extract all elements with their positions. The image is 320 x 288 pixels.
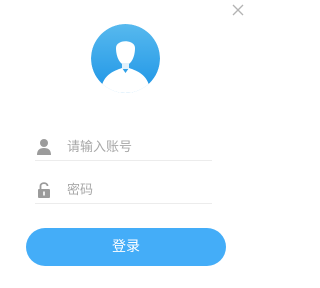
close-icon bbox=[232, 4, 244, 16]
login-window: 登录 bbox=[0, 0, 251, 288]
password-input[interactable] bbox=[67, 179, 207, 201]
login-button[interactable]: 登录 bbox=[26, 228, 226, 266]
account-input[interactable] bbox=[67, 136, 207, 158]
user-icon bbox=[37, 139, 51, 155]
account-underline bbox=[35, 160, 212, 161]
account-field bbox=[35, 133, 212, 161]
password-field bbox=[35, 176, 212, 204]
avatar bbox=[91, 24, 160, 93]
user-avatar-icon bbox=[91, 24, 160, 93]
close-button[interactable] bbox=[231, 2, 245, 16]
lock-icon bbox=[38, 182, 50, 198]
password-underline bbox=[35, 203, 212, 204]
